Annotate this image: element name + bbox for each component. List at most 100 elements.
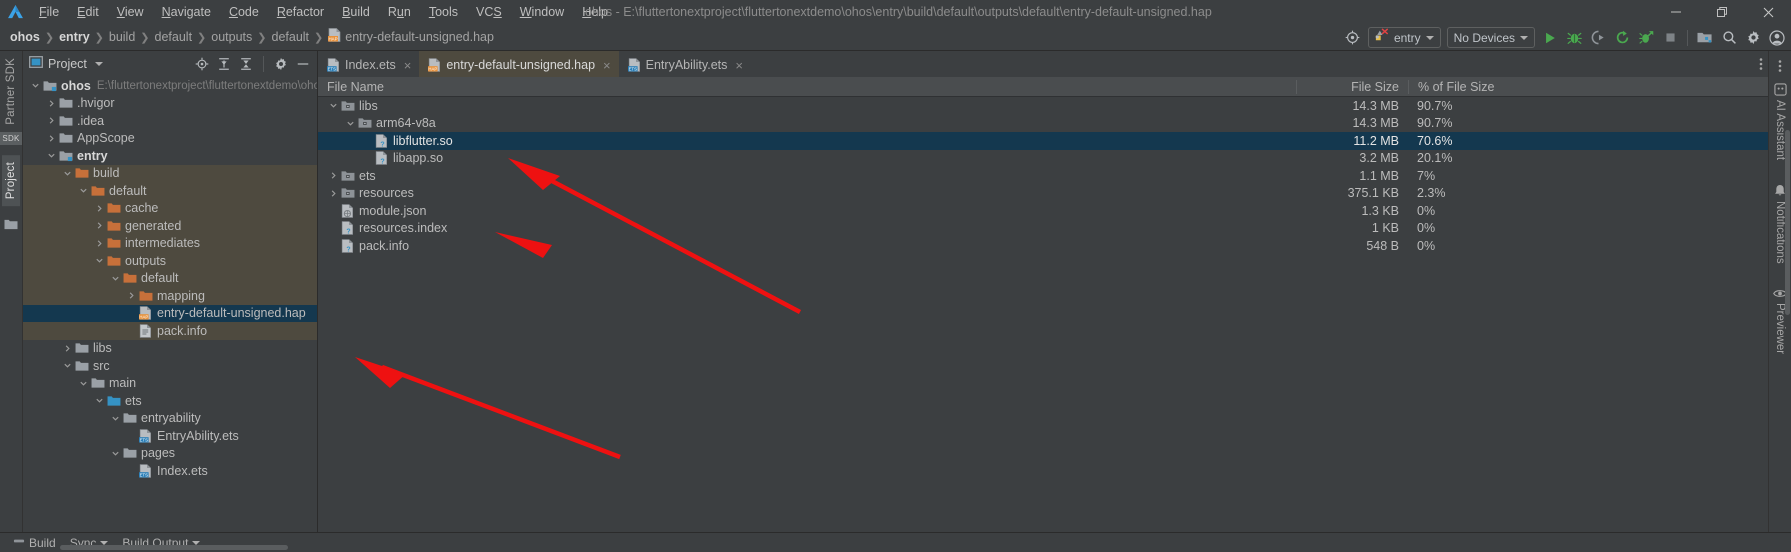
chevron-down-icon[interactable]	[61, 361, 74, 370]
tree-row[interactable]: ETS Index.ets	[23, 462, 317, 480]
chevron-down-icon[interactable]	[94, 62, 103, 66]
run-configuration-selector[interactable]: entry	[1367, 27, 1441, 48]
chevron-right-icon[interactable]	[327, 189, 340, 198]
editor-tab-entryability-ets[interactable]: ETS EntryAbility.ets ×	[619, 51, 751, 77]
table-row[interactable]: module.json 1.3 KB 0%	[318, 202, 1768, 220]
breadcrumb-item-3[interactable]: default	[151, 29, 197, 46]
maximize-button[interactable]	[1699, 0, 1745, 24]
close-icon[interactable]: ×	[603, 59, 611, 72]
tree-horizontal-scrollbar[interactable]	[60, 545, 288, 550]
column-header-percent[interactable]: % of File Size	[1408, 79, 1768, 94]
settings-button[interactable]	[1741, 26, 1765, 50]
tree-row[interactable]: pages	[23, 445, 317, 463]
menu-build[interactable]: Build	[333, 2, 379, 22]
chevron-down-icon[interactable]	[93, 256, 106, 265]
chevron-down-icon[interactable]	[29, 81, 42, 90]
tree-vertical-scrollbar[interactable]	[1785, 130, 1790, 315]
chevron-right-icon[interactable]	[45, 116, 58, 125]
close-icon[interactable]: ×	[735, 59, 743, 72]
expand-all-button[interactable]	[214, 54, 234, 74]
column-header-file-name[interactable]: File Name	[318, 80, 1296, 94]
tree-row[interactable]: cache	[23, 199, 317, 217]
tree-row[interactable]: outputs	[23, 252, 317, 270]
debug-button[interactable]	[1562, 26, 1586, 50]
profile-button[interactable]	[1634, 26, 1658, 50]
sidebar-item-partner-sdk[interactable]: Partner SDK	[2, 51, 20, 132]
breadcrumb-item-1[interactable]: entry	[55, 29, 94, 46]
tree-row[interactable]: libs	[23, 340, 317, 358]
tree-row[interactable]: ETS EntryAbility.ets	[23, 427, 317, 445]
run-coverage-button[interactable]	[1586, 26, 1610, 50]
hide-panel-button[interactable]	[293, 54, 313, 74]
menu-run[interactable]: Run	[379, 2, 420, 22]
table-row[interactable]: libs 14.3 MB 90.7%	[318, 97, 1768, 115]
breadcrumb-file[interactable]: HAP entry-default-unsigned.hap	[324, 27, 498, 47]
account-button[interactable]	[1765, 26, 1789, 50]
chevron-right-icon[interactable]	[45, 99, 58, 108]
chevron-right-icon[interactable]	[327, 171, 340, 180]
chevron-down-icon[interactable]	[93, 396, 106, 405]
more-tool-windows-button[interactable]	[1769, 55, 1791, 77]
breadcrumb-item-0[interactable]: ohos	[6, 29, 44, 46]
table-row[interactable]: arm64-v8a 14.3 MB 90.7%	[318, 115, 1768, 133]
tree-row[interactable]: ets	[23, 392, 317, 410]
menu-edit[interactable]: Edit	[68, 2, 108, 22]
tree-row[interactable]: src	[23, 357, 317, 375]
chevron-right-icon[interactable]	[93, 239, 106, 248]
chevron-down-icon[interactable]	[327, 101, 340, 110]
device-manager-button[interactable]	[1693, 26, 1717, 50]
table-row[interactable]: ? resources.index 1 KB 0%	[318, 220, 1768, 238]
status-build[interactable]: Build	[6, 535, 63, 550]
rerun-button[interactable]	[1610, 26, 1634, 50]
chevron-right-icon[interactable]	[125, 291, 138, 300]
menu-file[interactable]: FFileile	[30, 2, 68, 22]
chevron-right-icon[interactable]	[45, 134, 58, 143]
tree-row[interactable]: mapping	[23, 287, 317, 305]
tree-row[interactable]: default	[23, 269, 317, 287]
chevron-down-icon[interactable]	[61, 169, 74, 178]
chevron-right-icon[interactable]	[93, 221, 106, 230]
tree-row[interactable]: .idea	[23, 112, 317, 130]
table-row[interactable]: ? libflutter.so 11.2 MB 70.6%	[318, 132, 1768, 150]
menu-vcs[interactable]: VCS	[467, 2, 511, 22]
tree-row[interactable]: entryability	[23, 410, 317, 428]
project-settings-button[interactable]	[271, 54, 291, 74]
sidebar-item-project[interactable]: Project	[2, 154, 20, 206]
table-row[interactable]: ets 1.1 MB 7%	[318, 167, 1768, 185]
tree-row[interactable]: pack.info	[23, 322, 317, 340]
project-file-tree[interactable]: ohos E:\fluttertonextproject\fluttertonex…	[23, 77, 317, 532]
breadcrumb-item-2[interactable]: build	[105, 29, 139, 46]
menu-refactor[interactable]: Refactor	[268, 2, 333, 22]
chevron-down-icon[interactable]	[45, 151, 58, 160]
collapse-all-button[interactable]	[236, 54, 256, 74]
menu-code[interactable]: Code	[220, 2, 268, 22]
hap-table-body[interactable]: libs 14.3 MB 90.7% arm64-v8a 14.3 MB 90.7%? li…	[318, 97, 1768, 532]
breadcrumb-item-4[interactable]: outputs	[207, 29, 256, 46]
editor-tab-entry-default-unsigned-hap[interactable]: HAP entry-default-unsigned.hap ×	[419, 51, 619, 77]
menu-navigate[interactable]: Navigate	[153, 2, 220, 22]
menu-tools[interactable]: Tools	[420, 2, 467, 22]
tree-row[interactable]: generated	[23, 217, 317, 235]
tree-row[interactable]: HAP entry-default-unsigned.hap	[23, 304, 317, 322]
tree-row[interactable]: default	[23, 182, 317, 200]
tree-row[interactable]: ohos E:\fluttertonextproject\fluttertonex…	[23, 77, 317, 95]
chevron-right-icon[interactable]	[93, 204, 106, 213]
structure-icon[interactable]	[4, 218, 18, 236]
minimize-button[interactable]	[1653, 0, 1699, 24]
breadcrumb-item-5[interactable]: default	[268, 29, 314, 46]
chevron-down-icon[interactable]	[109, 449, 122, 458]
tree-row[interactable]: AppScope	[23, 130, 317, 148]
run-button[interactable]	[1538, 26, 1562, 50]
chevron-down-icon[interactable]	[344, 119, 357, 128]
search-everywhere-button[interactable]	[1717, 26, 1741, 50]
chevron-down-icon[interactable]	[109, 274, 122, 283]
chevron-down-icon[interactable]	[77, 379, 90, 388]
tree-row[interactable]: .hvigor	[23, 95, 317, 113]
menu-view[interactable]: View	[108, 2, 153, 22]
table-row[interactable]: ? libapp.so 3.2 MB 20.1%	[318, 150, 1768, 168]
editor-tabs-overflow-button[interactable]	[1759, 51, 1768, 77]
device-selector[interactable]: No Devices	[1446, 27, 1535, 48]
close-icon[interactable]: ×	[404, 59, 412, 72]
chevron-down-icon[interactable]	[109, 414, 122, 423]
settings-sync-button[interactable]	[1341, 26, 1365, 50]
